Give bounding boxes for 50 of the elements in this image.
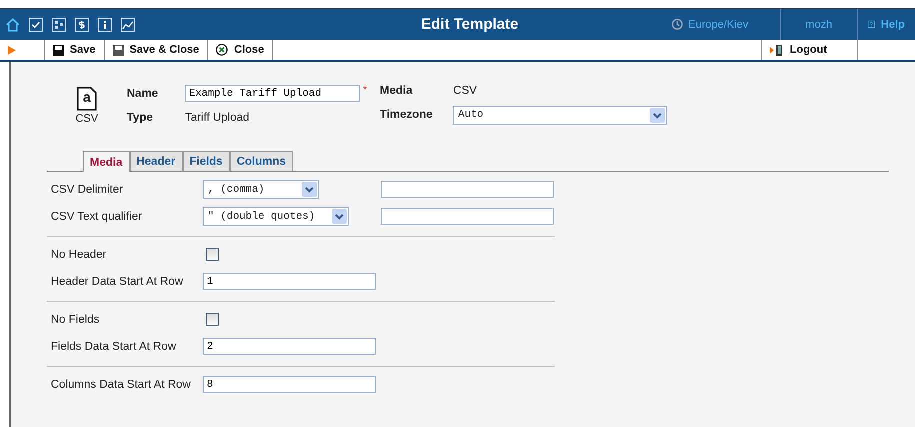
field-label: CSV Delimiter	[51, 184, 124, 196]
dollar-icon[interactable]	[75, 18, 89, 32]
tab[interactable]: Media	[83, 151, 130, 172]
field-value: CSV	[453, 84, 478, 96]
field-label: Name	[127, 88, 160, 100]
checkbox[interactable]	[206, 248, 219, 261]
timezone-link[interactable]: Europe/Kiev	[688, 18, 748, 30]
tab[interactable]: Columns	[230, 151, 294, 171]
grid-icon[interactable]	[52, 18, 66, 32]
field-label: No Fields	[51, 314, 101, 326]
logout-button[interactable]: Logout	[761, 40, 858, 60]
input-field[interactable]	[381, 181, 554, 198]
name-field[interactable]: Example Tariff Upload	[185, 85, 360, 102]
help-icon	[868, 19, 876, 30]
field-label: CSV Text qualifier	[51, 210, 144, 222]
user-name: mozh	[806, 18, 832, 30]
input-field[interactable]	[381, 208, 554, 225]
door-icon	[770, 44, 784, 56]
document-icon	[77, 87, 97, 111]
field-label: Timezone	[380, 109, 434, 121]
select-field[interactable]: " (double quotes)	[203, 207, 349, 226]
close-button[interactable]: Close	[208, 40, 274, 60]
input-field[interactable]: 8	[203, 376, 376, 393]
select-field[interactable]: , (comma)	[203, 180, 319, 199]
tab[interactable]: Header	[130, 151, 183, 171]
required-mark: *	[363, 85, 368, 96]
info-icon[interactable]	[98, 18, 112, 32]
field-label: Columns Data Start At Row	[51, 378, 192, 390]
tab[interactable]: Fields	[182, 151, 230, 171]
checkbox[interactable]	[206, 313, 219, 326]
field-label: Fields Data Start At Row	[51, 340, 178, 352]
clock-icon	[672, 19, 683, 30]
play-icon	[8, 46, 16, 54]
save-button[interactable]: Save	[45, 40, 105, 60]
close-icon	[216, 44, 228, 56]
input-field[interactable]: 1	[203, 273, 376, 290]
field-label: No Header	[51, 248, 108, 260]
media-type-label: CSV	[76, 113, 98, 125]
timezone-select[interactable]: Auto	[453, 106, 668, 124]
checkbox-icon[interactable]	[29, 18, 43, 32]
help-link[interactable]: Help	[881, 18, 905, 30]
field-label: Type	[127, 112, 154, 124]
chart-icon[interactable]	[121, 18, 135, 32]
page-title: Edit Template	[420, 16, 520, 33]
field-label: Media	[380, 84, 414, 96]
document-glyph: a	[83, 89, 91, 107]
save-button[interactable]: Save & Close	[104, 40, 208, 60]
field-label: Header Data Start At Row	[51, 276, 184, 288]
input-field[interactable]: 2	[203, 338, 376, 355]
home-icon[interactable]	[6, 18, 20, 32]
